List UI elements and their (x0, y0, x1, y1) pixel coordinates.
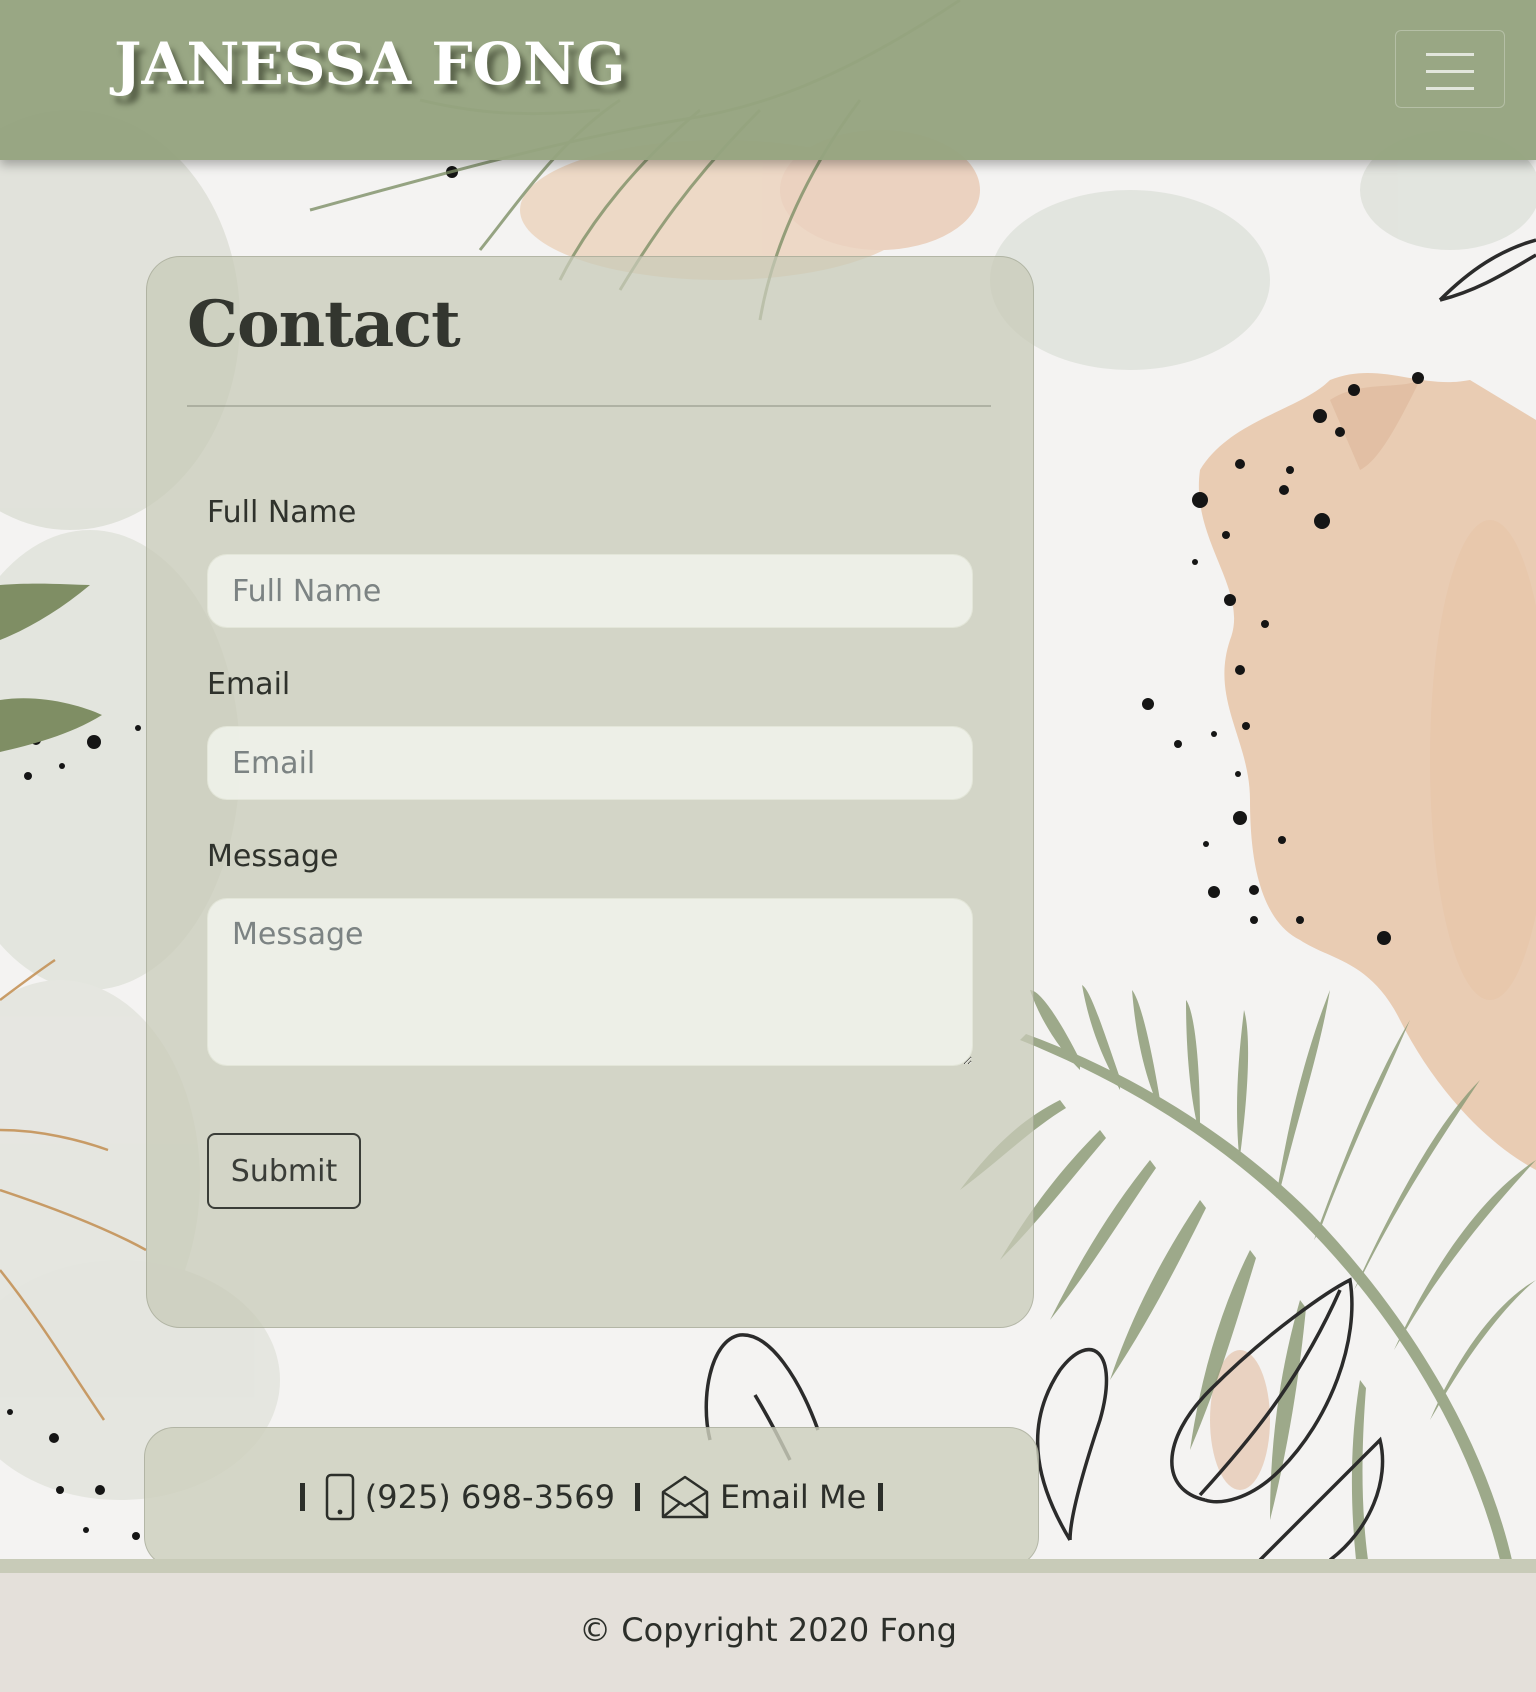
separator (878, 1483, 884, 1511)
full-name-label: Full Name (207, 495, 357, 530)
hamburger-menu-icon-bar (1426, 70, 1474, 73)
email-me-link[interactable]: Email Me (720, 1478, 866, 1516)
footer: © Copyright 2020 Fong (0, 1573, 1536, 1692)
email-label: Email (207, 667, 291, 702)
watercolor-wash-top (990, 130, 1536, 370)
navbar: JANESSA FONG (0, 0, 1536, 160)
message-label: Message (207, 839, 339, 874)
separator (299, 1483, 305, 1511)
hamburger-menu-icon (1426, 53, 1474, 56)
separator (635, 1483, 641, 1511)
phone-link[interactable]: (925) 698-3569 (365, 1478, 615, 1516)
copyright-text: © Copyright 2020 Fong (579, 1611, 957, 1649)
menu-toggle-button[interactable] (1395, 30, 1505, 108)
contact-title: Contact (187, 287, 461, 362)
brand-logo[interactable]: JANESSA FONG (114, 30, 626, 98)
open-envelope-icon (660, 1474, 710, 1520)
contact-info-row: (925) 698-3569 Email Me (145, 1472, 1038, 1522)
footer-divider-band (0, 1559, 1536, 1573)
peach-watercolor-splash (1198, 372, 1536, 1490)
contact-info-bar: (925) 698-3569 Email Me (144, 1427, 1039, 1567)
full-name-input[interactable] (207, 554, 973, 628)
submit-button[interactable]: Submit (207, 1133, 361, 1209)
title-divider (187, 405, 991, 407)
contact-card: Contact Full Name Email Message Submit (146, 256, 1034, 1328)
email-input[interactable] (207, 726, 973, 800)
hamburger-menu-icon-bar (1426, 87, 1474, 90)
message-textarea[interactable] (207, 898, 973, 1066)
mobile-phone-icon (325, 1473, 355, 1521)
